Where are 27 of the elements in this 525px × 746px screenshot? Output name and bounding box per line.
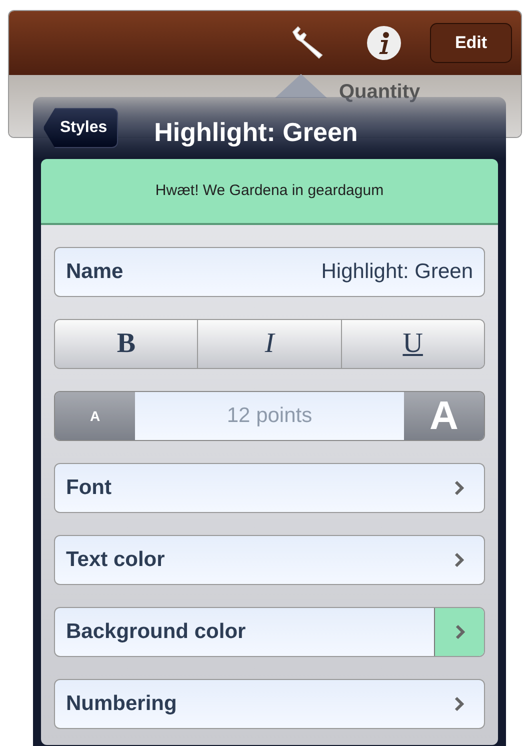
chevron-icon <box>454 624 464 640</box>
back-button[interactable]: Styles <box>43 108 118 148</box>
info-icon[interactable] <box>366 25 402 61</box>
chevron-icon <box>454 552 464 568</box>
field-value: Highlight: Green <box>321 259 473 286</box>
menu-row[interactable]: Text color <box>54 535 485 585</box>
menu-row[interactable]: Numbering <box>54 679 485 729</box>
popover-title: Highlight: Green <box>154 118 358 146</box>
row-label: Numbering <box>65 691 178 718</box>
menu-row[interactable]: Background color <box>54 607 485 657</box>
color-swatch[interactable] <box>434 608 484 656</box>
underline-button[interactable]: U <box>340 320 484 368</box>
chevron-icon <box>454 480 464 496</box>
style-preview: Hwæt! We Gardena in geardagum <box>41 159 498 225</box>
font-size-value: 12 points <box>135 392 404 440</box>
row-label: Text color <box>65 547 166 574</box>
name-field[interactable]: Name Highlight: Green <box>54 247 485 297</box>
row-label: Background color <box>65 619 247 646</box>
italic-button[interactable]: I <box>197 320 341 368</box>
row-label: Font <box>65 475 112 502</box>
bold-button[interactable]: B <box>55 320 198 368</box>
edit-button[interactable]: Edit <box>430 23 512 63</box>
chevron-icon <box>454 696 464 712</box>
column-header: Quantity <box>339 81 420 103</box>
popover-arrow <box>275 74 327 98</box>
field-label: Name <box>66 259 124 286</box>
menu-row[interactable]: Font <box>54 463 485 513</box>
